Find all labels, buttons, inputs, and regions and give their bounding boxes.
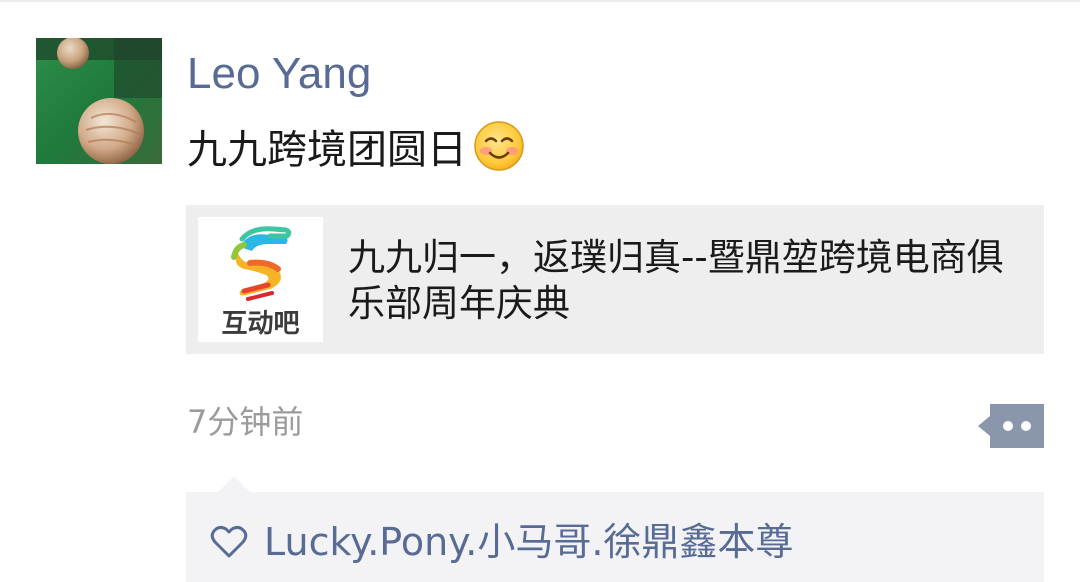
divider — [0, 0, 1080, 2]
hudongba-logo-icon — [231, 226, 292, 301]
post-text-content: 九九跨境团圆日 — [187, 127, 467, 173]
shared-link-card[interactable]: 互动吧 九九归一，返璞归真--暨鼎堃跨境电商俱乐部周年庆典 — [186, 205, 1044, 354]
post-timestamp: 7分钟前 — [187, 403, 304, 441]
author-name[interactable]: Leo Yang — [187, 44, 371, 104]
liker-name[interactable]: Lucky.Pony.小马哥.徐鼎鑫本尊 — [264, 518, 793, 566]
heart-outline-icon — [210, 525, 248, 559]
avatar[interactable] — [36, 38, 162, 164]
moments-post: Leo Yang 九九跨境团圆日 互动吧 九九归一，返璞归真--暨鼎堃跨境电商俱… — [0, 0, 1080, 582]
share-title: 九九归一，返璞归真--暨鼎堃跨境电商俱乐部周年庆典 — [348, 236, 1004, 325]
more-actions-button[interactable] — [978, 404, 1044, 448]
post-text: 九九跨境团圆日 — [187, 118, 525, 174]
share-thumbnail: 互动吧 — [198, 217, 323, 342]
smiling-face-icon — [473, 120, 525, 172]
likes-section: Lucky.Pony.小马哥.徐鼎鑫本尊 — [186, 492, 1044, 582]
more-dots-icon — [978, 404, 1044, 448]
thumbnail-label: 互动吧 — [221, 309, 300, 339]
likes-pointer — [217, 476, 251, 493]
